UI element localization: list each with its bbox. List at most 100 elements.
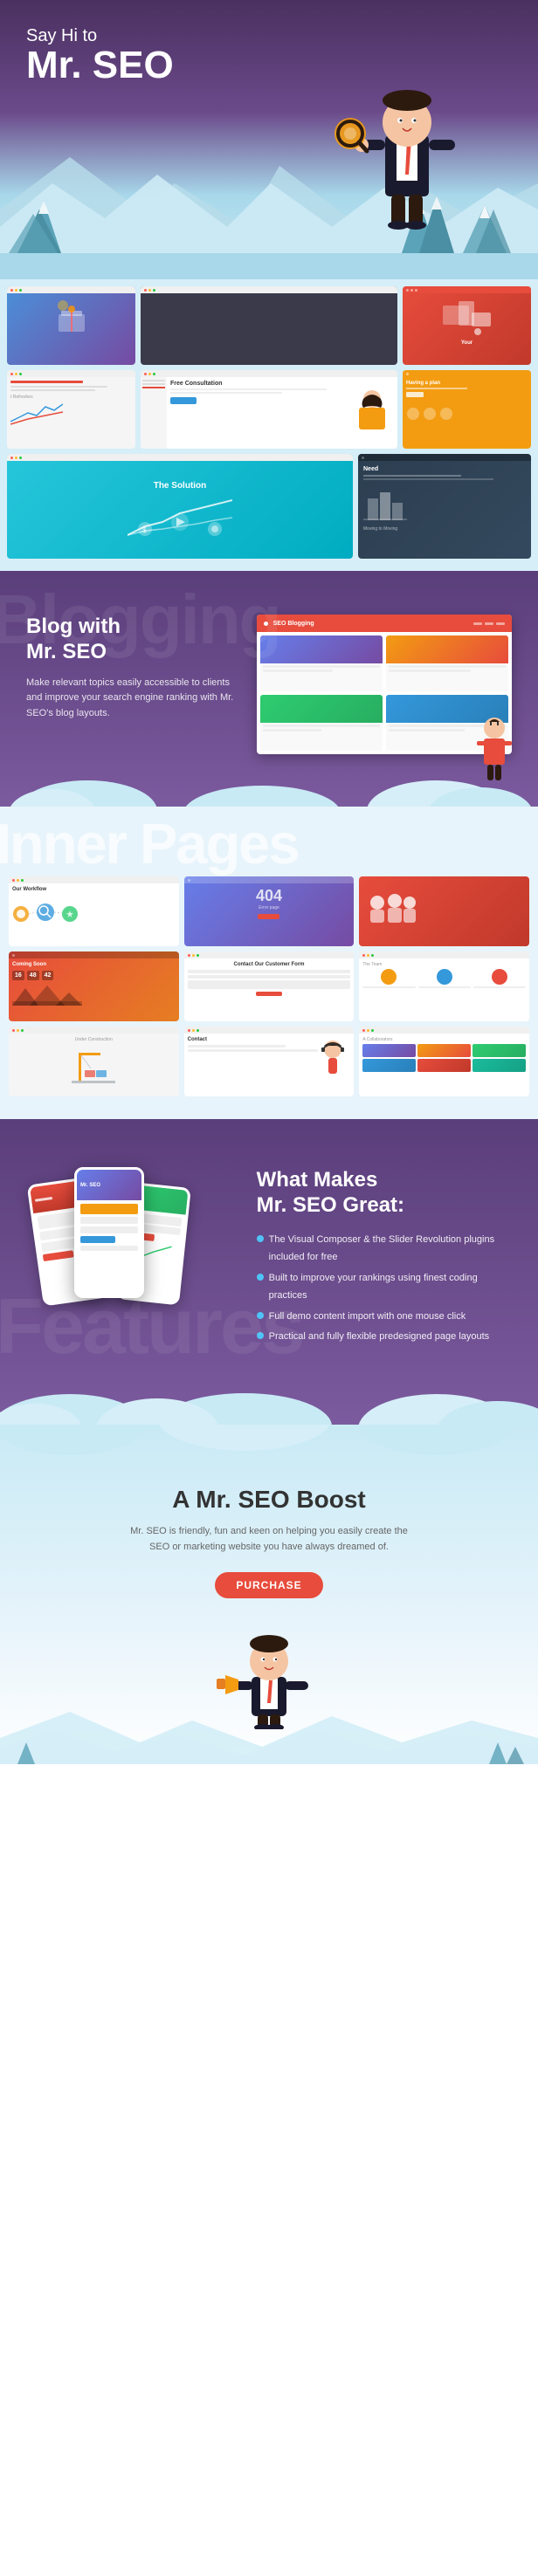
blogging-bg-text: Blogging — [0, 580, 280, 660]
dot-red-3 — [10, 373, 13, 375]
feature-item-1: The Visual Composer & the Slider Revolut… — [257, 1232, 512, 1267]
inner-pages-section: Inner Pages Our Workflow — [0, 807, 538, 1119]
purchase-button[interactable]: PURCHASE — [215, 1572, 322, 1598]
boost-top-clouds — [0, 1425, 538, 1477]
dot-green-3 — [19, 373, 22, 375]
dot-green — [19, 289, 22, 292]
screenshots-row-3: The Solution $ — [7, 454, 531, 559]
your-text: Your — [461, 340, 472, 346]
avatar-grid — [362, 1044, 526, 1072]
screenshot-consultation[interactable]: Free Consultation — [141, 370, 397, 449]
workflow-svg — [12, 895, 82, 934]
empty-right-content — [359, 876, 529, 946]
error-label: Error page — [259, 905, 279, 910]
features-phones-group: Mr. SEO SEO — [26, 1163, 239, 1355]
clouds-svg — [0, 763, 538, 807]
headset-person — [315, 1037, 350, 1081]
screenshot-having-plan[interactable]: Having a planfeels good. — [141, 286, 397, 365]
construction-content: Under Construction — [9, 1034, 179, 1087]
team-label: The Team — [362, 962, 526, 967]
thumb-contact[interactable]: Contact Our Customer Form — [184, 951, 355, 1021]
blog-card-2 — [386, 635, 508, 691]
countdown: 16 48 42 — [12, 971, 176, 980]
solution-text: The Solution — [154, 481, 207, 491]
thumb-construction[interactable]: Under Construction — [9, 1027, 179, 1096]
feature-bullet-1 — [257, 1235, 264, 1242]
mins: 42 — [42, 971, 54, 980]
hero-title: Mr. SEO — [26, 46, 174, 85]
dot-green-5 — [19, 457, 22, 459]
features-title: What Makes Mr. SEO Great: — [257, 1168, 512, 1219]
hero-text-block: Say Hi to Mr. SEO — [26, 26, 174, 85]
screenshots-section-1: Having a planfeels good. — [0, 279, 538, 571]
dot-yellow-3 — [15, 373, 17, 375]
dot-green-4 — [153, 373, 155, 375]
error-code: 404 — [256, 887, 282, 905]
need-text: Need — [363, 466, 526, 472]
thumb-team[interactable]: The Team — [359, 951, 529, 1021]
construction-label: Under Construction — [75, 1037, 113, 1042]
plan-yellow-content: Having a plan — [403, 377, 531, 433]
dot-green-2 — [153, 289, 155, 292]
thumb-error[interactable]: 404 Error page — [184, 876, 355, 946]
screenshots-row-1: Having a planfeels good. — [7, 286, 531, 365]
need-content: Need Moving to Moving — [358, 461, 531, 537]
blogging-clouds — [0, 763, 538, 807]
team-members — [362, 969, 526, 988]
thumb-workflow[interactable]: Our Workflow — [9, 876, 179, 946]
blog-card-3 — [260, 695, 383, 751]
boost-clouds-top-svg — [0, 1425, 538, 1477]
woman-figure — [350, 388, 394, 436]
abstract-content — [7, 293, 135, 339]
screenshot-refreshes[interactable]: t Refreshes — [7, 370, 135, 449]
dot-yellow — [15, 289, 17, 292]
screenshot-devices-red[interactable]: Your — [403, 286, 531, 365]
screenshot-plan-yellow[interactable]: Having a plan — [403, 370, 531, 449]
workflow-content: Our Workflow — [9, 883, 179, 942]
dot-red-5 — [10, 457, 13, 459]
solution-graph: $ — [128, 496, 232, 539]
phone-center: Mr. SEO — [74, 1167, 144, 1298]
collaborators-label: A Collaborators — [362, 1037, 526, 1042]
inner-row-1: Our Workflow — [9, 876, 529, 946]
graph-icon — [10, 400, 63, 426]
dot-yellow-4 — [148, 373, 151, 375]
coming-soon-content: Coming Soon 16 48 42 — [9, 958, 179, 1013]
error-content: 404 Error page — [184, 883, 355, 923]
thumb-contact-2[interactable]: Contact — [184, 1027, 355, 1096]
feature-bullet-2 — [257, 1274, 264, 1281]
icons-row — [406, 403, 454, 425]
consultation-label: Free Consultation — [170, 381, 394, 387]
team-content: The Team — [359, 958, 529, 992]
hours: 48 — [27, 971, 39, 980]
team-svg — [364, 890, 417, 933]
inner-pages-grid-wrapper: Our Workflow — [9, 815, 529, 1110]
collaborators-content: A Collaborators — [359, 1034, 529, 1075]
boost-section: A Mr. SEO Boost Mr. SEO is friendly, fun… — [0, 1425, 538, 1764]
dot-red — [10, 289, 13, 292]
construction-svg — [72, 1044, 115, 1083]
screenshot-need[interactable]: Need Moving to Moving — [358, 454, 531, 559]
plan-yellow-text: Having a plan — [406, 381, 528, 386]
screenshots-row-2: t Refreshes — [7, 370, 531, 449]
blogging-description: Make relevant topics easily accessible t… — [26, 676, 239, 722]
dot-red-4 — [144, 373, 147, 375]
screenshot-solution[interactable]: The Solution $ — [7, 454, 353, 559]
blogging-section: Blogging Blog with Mr. SEO Make relevant… — [0, 571, 538, 807]
screenshot-abstract[interactable] — [7, 286, 135, 365]
dot-red-2 — [144, 289, 147, 292]
thumb-empty-right[interactable] — [359, 876, 529, 946]
boost-landscape-svg — [0, 1694, 538, 1764]
hero-character — [328, 39, 486, 231]
contact2-content: Contact — [184, 1034, 355, 1057]
blogging-right: SEO Blogging — [257, 615, 512, 754]
thumb-collaborators[interactable]: A Collaborators — [359, 1027, 529, 1096]
contact-label: Contact Our Customer Form — [188, 962, 351, 967]
days: 16 — [12, 971, 24, 980]
dot-yellow-2 — [148, 289, 151, 292]
boost-title: A Mr. SEO Boost — [26, 1486, 512, 1514]
thumb-coming-soon[interactable]: Coming Soon 16 48 42 — [9, 951, 179, 1021]
boost-bottom-landscape — [0, 1694, 538, 1764]
coming-soon-label: Coming Soon — [12, 962, 176, 967]
boost-description: Mr. SEO is friendly, fun and keen on hel… — [129, 1524, 409, 1555]
